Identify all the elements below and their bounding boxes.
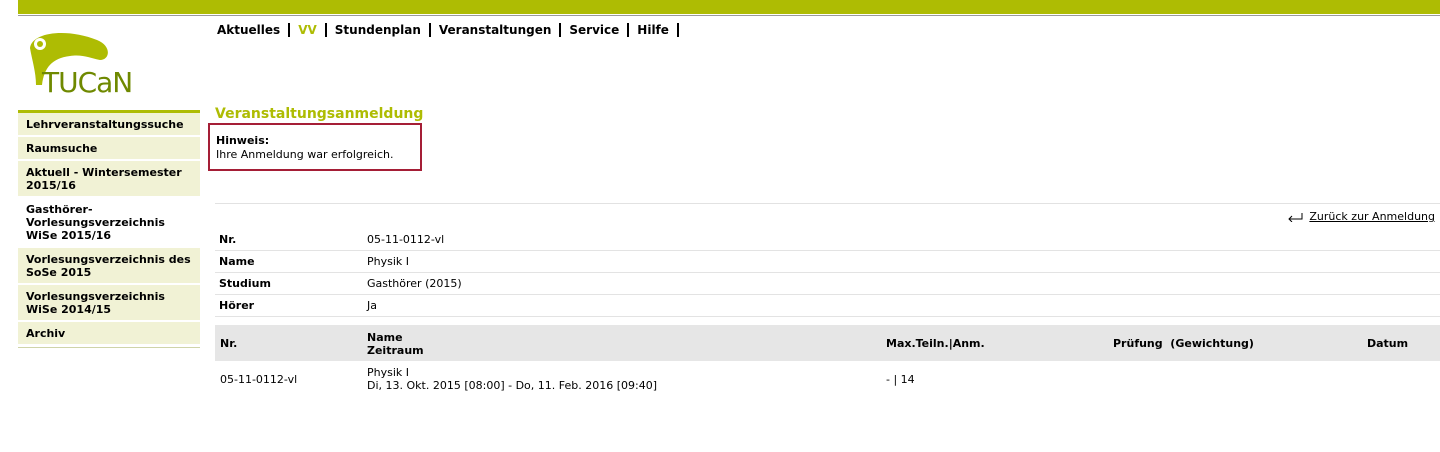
info-key: Studium	[219, 277, 271, 290]
info-row: Hörer Ja	[215, 295, 1440, 317]
info-value: Gasthörer (2015)	[367, 277, 462, 290]
cell-max-teiln: - | 14	[886, 373, 915, 386]
table-row: 05-11-0112-vl Physik I Di, 13. Okt. 2015…	[215, 361, 1440, 397]
cell-name: Physik I	[367, 366, 410, 379]
sidebar-item-vv-sose-2015[interactable]: Vorlesungsverzeichnis des SoSe 2015	[18, 246, 200, 283]
info-row: Studium Gasthörer (2015)	[215, 273, 1440, 295]
info-key: Name	[219, 255, 255, 268]
notice-text: Ihre Anmeldung war erfolgreich.	[216, 148, 394, 161]
back-arrow-icon	[1288, 212, 1303, 222]
nav-separator	[676, 23, 679, 37]
course-info: Nr. 05-11-0112-vl Name Physik I Studium …	[215, 229, 1440, 317]
header-nr: Nr.	[220, 337, 238, 350]
info-key: Hörer	[219, 299, 255, 312]
header-datum: Datum	[1367, 337, 1409, 350]
nav-vv[interactable]: VV	[290, 22, 325, 38]
sidebar: Lehrveranstaltungssuche Raumsuche Aktuel…	[18, 110, 200, 348]
nav-veranstaltungen[interactable]: Veranstaltungen	[431, 22, 560, 38]
info-value: Physik I	[367, 255, 410, 268]
sidebar-item-aktuell-wintersemester[interactable]: Aktuell - Wintersemester 2015/16	[18, 159, 200, 196]
top-accent-bar	[18, 0, 1440, 14]
appointments-table: Nr. Name Zeitraum Max.Teiln.|Anm. Prüfun…	[215, 325, 1440, 397]
header-zeitraum: Zeitraum	[367, 344, 424, 357]
back-link-label[interactable]: Zurück zur Anmeldung	[1309, 210, 1435, 223]
logo-text: TUCaN	[42, 66, 133, 99]
cell-zeitraum: Di, 13. Okt. 2015 [08:00] - Do, 11. Feb.…	[367, 379, 658, 392]
content-divider	[215, 203, 1440, 204]
page-title: Veranstaltungsanmeldung	[215, 106, 424, 122]
header-max-teiln: Max.Teiln.|Anm.	[886, 337, 985, 350]
table-header: Nr. Name Zeitraum Max.Teiln.|Anm. Prüfun…	[215, 325, 1440, 361]
notice-box: Hinweis: Ihre Anmeldung war erfolgreich.	[208, 123, 422, 171]
sidebar-item-vv-wise-2014[interactable]: Vorlesungsverzeichnis WiSe 2014/15	[18, 283, 200, 320]
header-name: Name	[367, 331, 403, 344]
nav-stundenplan[interactable]: Stundenplan	[327, 22, 429, 38]
top-navigation: Aktuelles VV Stundenplan Veranstaltungen…	[217, 22, 679, 38]
info-row: Name Physik I	[215, 251, 1440, 273]
sidebar-item-raumsuche[interactable]: Raumsuche	[18, 135, 200, 159]
info-value: 05-11-0112-vl	[367, 233, 445, 246]
sidebar-item-archiv[interactable]: Archiv	[18, 320, 200, 344]
sidebar-divider	[18, 347, 200, 348]
info-value: Ja	[367, 299, 377, 312]
nav-aktuelles[interactable]: Aktuelles	[217, 22, 288, 38]
nav-service[interactable]: Service	[561, 22, 627, 38]
top-divider	[18, 15, 1440, 16]
nav-hilfe[interactable]: Hilfe	[629, 22, 677, 38]
sidebar-item-gasthoerer-vv[interactable]: Gasthörer-Vorlesungsverzeichnis WiSe 201…	[18, 196, 200, 246]
sidebar-item-lehrveranstaltungssuche[interactable]: Lehrveranstaltungssuche	[18, 110, 200, 135]
info-row: Nr. 05-11-0112-vl	[215, 229, 1440, 251]
back-link[interactable]: Zurück zur Anmeldung	[1287, 210, 1435, 223]
info-key: Nr.	[219, 233, 237, 246]
notice-title: Hinweis:	[216, 134, 270, 147]
cell-nr: 05-11-0112-vl	[220, 373, 298, 386]
header-pruefung: Prüfung (Gewichtung)	[1113, 337, 1254, 350]
